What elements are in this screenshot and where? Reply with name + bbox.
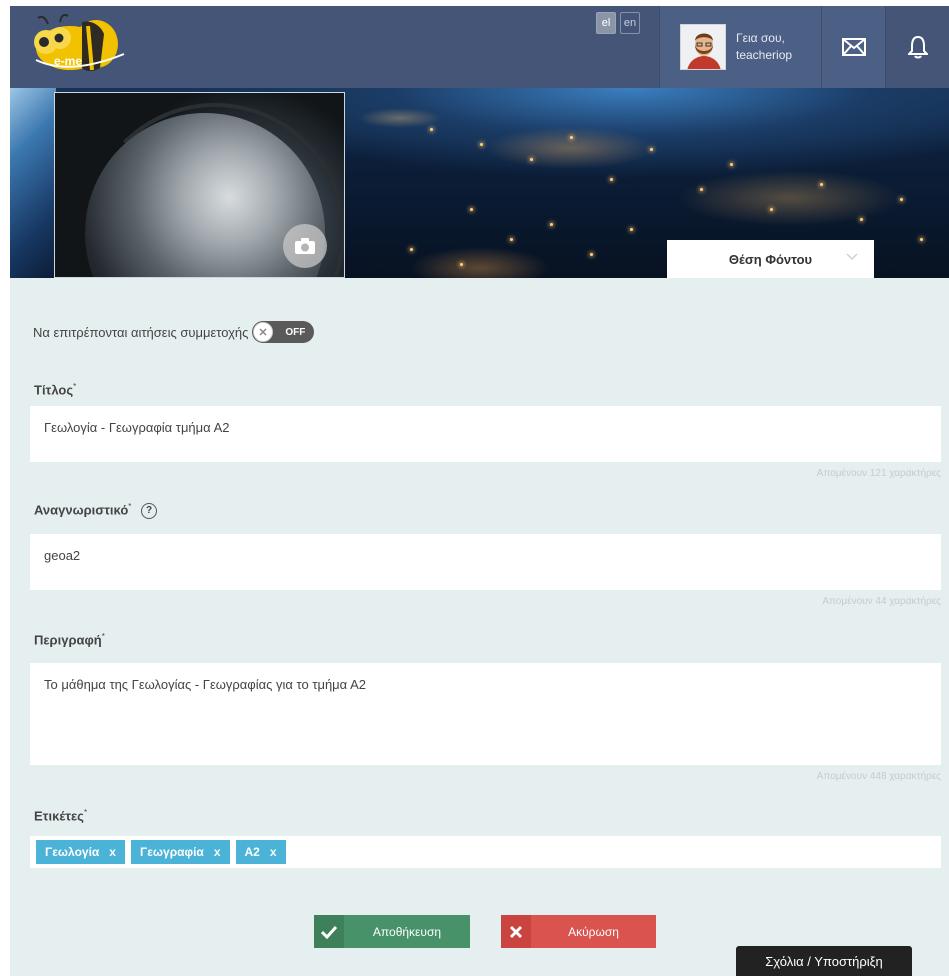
user-greeting: Γεια σου, teacheriop <box>736 30 792 64</box>
close-icon <box>259 328 267 336</box>
required-mark: * <box>101 632 105 641</box>
envelope-icon <box>841 38 866 56</box>
required-mark: * <box>73 382 77 391</box>
title-input-value: Γεωλογία - Γεωγραφία τμήμα Α2 <box>44 420 230 435</box>
save-button-label: Αποθήκευση <box>372 924 442 939</box>
identifier-label: Αναγνωριστικό* ? <box>34 502 158 519</box>
background-position-label: Θέση Φόντου <box>728 251 813 267</box>
save-button[interactable]: Αποθήκευση <box>314 915 470 948</box>
allow-requests-row: Να επιτρέπονται αιτήσεις συμμετοχής OFF <box>33 321 315 343</box>
banner-sky <box>10 88 56 278</box>
title-char-count: Απομένουν 121 χαρακτήρες <box>816 468 941 479</box>
language-en-button[interactable]: en <box>620 12 640 34</box>
greeting-text: Γεια σου, <box>736 31 785 45</box>
allow-requests-toggle[interactable]: OFF <box>252 321 315 343</box>
cover-banner: Θέση Φόντου <box>10 88 949 278</box>
cancel-button-label: Ακύρωση <box>568 924 619 939</box>
bell-icon <box>907 35 928 59</box>
identifier-help-icon[interactable]: ? <box>141 502 158 519</box>
identifier-label-text: Αναγνωριστικό <box>34 502 129 518</box>
description-label: Περιγραφή* <box>34 632 105 647</box>
top-header: e-me el en Γεια σου, teacheriop <box>10 6 949 88</box>
toggle-state: OFF <box>285 326 306 338</box>
tag-chip: Γεωγραφία x <box>130 840 230 864</box>
language-switcher: el en <box>596 12 640 34</box>
remove-tag-button[interactable]: x <box>270 845 277 859</box>
identifier-input[interactable]: geoa2 <box>30 534 941 590</box>
camera-icon <box>295 238 315 254</box>
chevron-down-icon <box>846 253 858 261</box>
username-text: teacheriop <box>736 48 793 62</box>
feedback-support-button[interactable]: Σχόλια / Υποστήριξη <box>736 946 912 976</box>
description-textarea[interactable]: Το μάθημα της Γεωλογίας - Γεωγραφίας για… <box>30 663 941 765</box>
identifier-char-count: Απομένουν 44 χαρακτήρες <box>822 596 941 607</box>
tags-label: Ετικέτες* <box>34 808 87 823</box>
change-photo-button[interactable] <box>283 224 327 268</box>
profile-photo <box>54 92 345 278</box>
check-icon <box>314 915 344 948</box>
logo-text: e-me <box>54 54 83 68</box>
user-avatar <box>680 24 726 70</box>
notifications-button[interactable] <box>885 6 949 88</box>
language-el-button[interactable]: el <box>596 12 616 34</box>
title-label: Τίτλος* <box>34 382 76 397</box>
title-label-text: Τίτλος <box>34 382 74 398</box>
description-char-count: Απομένουν 448 χαρακτήρες <box>816 771 941 782</box>
description-value: Το μάθημα της Γεωλογίας - Γεωγραφίας για… <box>44 677 366 692</box>
required-mark: * <box>128 502 132 511</box>
user-menu[interactable]: Γεια σου, teacheriop <box>659 6 821 88</box>
cancel-button[interactable]: Ακύρωση <box>501 915 656 948</box>
allow-requests-label: Να επιτρέπονται αιτήσεις συμμετοχής <box>33 324 249 340</box>
tag-label: Γεωλογία <box>45 845 100 859</box>
required-mark: * <box>83 808 88 817</box>
description-label-text: Περιγραφή <box>34 632 102 648</box>
background-position-dropdown[interactable]: Θέση Φόντου <box>667 240 874 278</box>
tag-chip: Α2 x <box>235 840 286 864</box>
tags-input[interactable]: Γεωλογία x Γεωγραφία x Α2 x <box>30 836 941 868</box>
tag-label: Γεωγραφία <box>139 845 204 859</box>
close-icon <box>501 915 531 948</box>
identifier-input-value: geoa2 <box>44 548 81 563</box>
remove-tag-button[interactable]: x <box>109 845 116 859</box>
course-edit-form: Να επιτρέπονται αιτήσεις συμμετοχής OFF … <box>10 278 949 976</box>
tag-chip: Γεωλογία x <box>36 840 125 864</box>
messages-button[interactable] <box>821 6 885 88</box>
title-input[interactable]: Γεωλογία - Γεωγραφία τμήμα Α2 <box>30 406 941 462</box>
tag-label: Α2 <box>244 845 260 859</box>
e-me-logo[interactable]: e-me <box>30 13 130 76</box>
tags-label-text: Ετικέτες <box>34 808 84 824</box>
remove-tag-button[interactable]: x <box>214 845 221 859</box>
toggle-knob <box>253 322 274 342</box>
